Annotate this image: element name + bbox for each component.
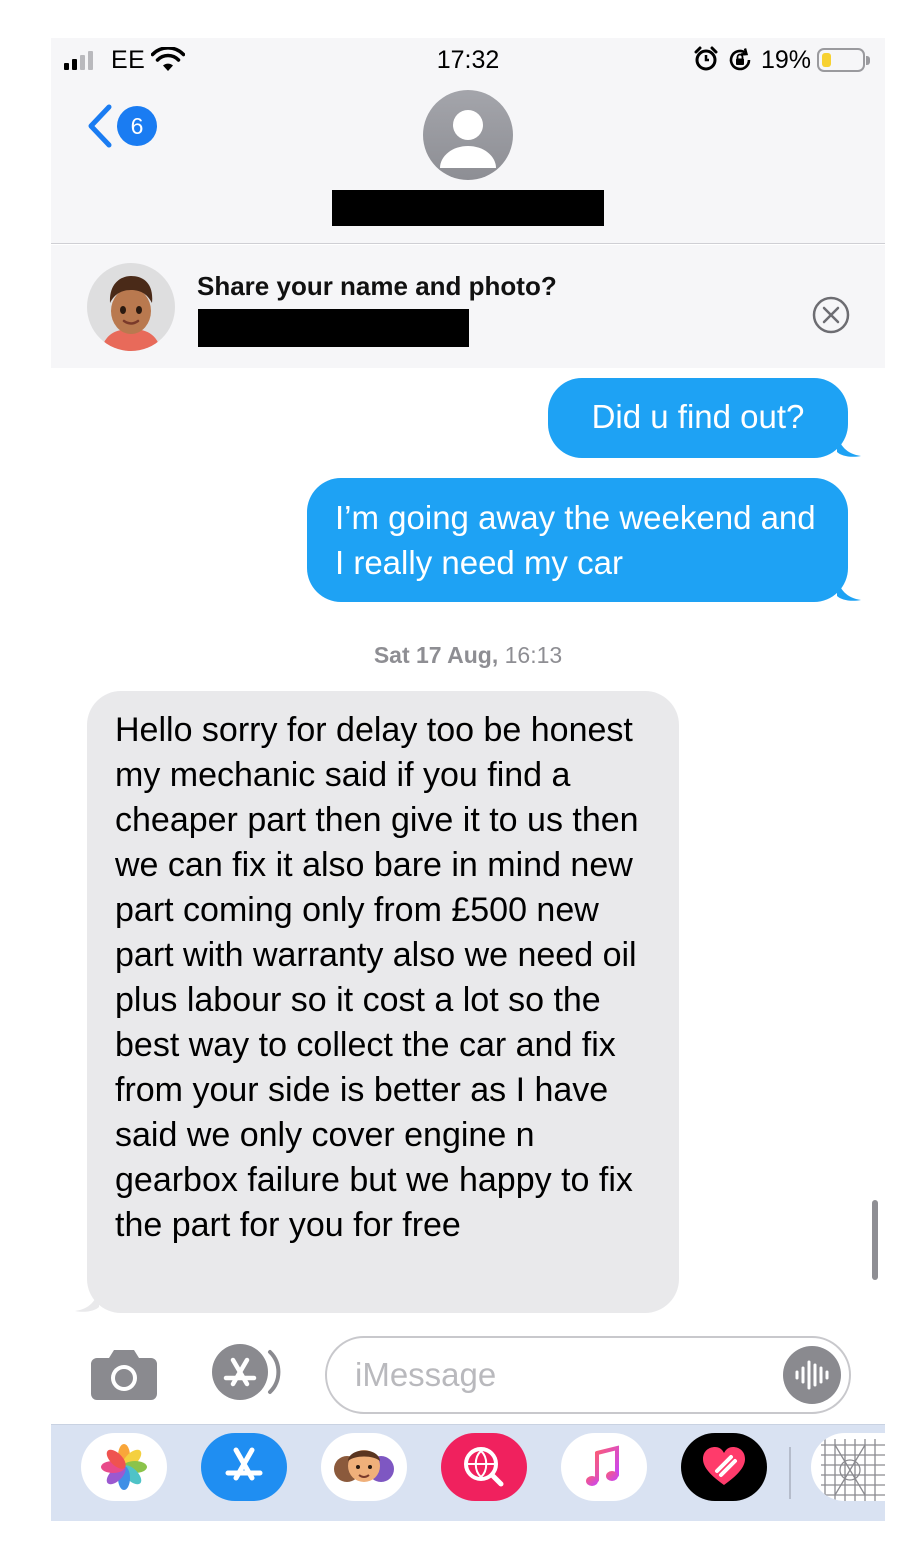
share-banner-title: Share your name and photo? <box>197 271 557 301</box>
photos-icon <box>101 1444 147 1490</box>
web-search-app-button[interactable] <box>441 1433 527 1501</box>
app-store-icon[interactable] <box>206 1340 286 1404</box>
person-silhouette-icon <box>440 110 496 168</box>
outgoing-message-bubble[interactable]: Did u find out? <box>548 378 848 458</box>
message-timestamp: Sat 17 Aug, 16:13 <box>51 642 885 669</box>
waveform-icon <box>795 1360 829 1390</box>
audio-message-button[interactable] <box>783 1346 841 1404</box>
status-time: 17:32 <box>436 46 500 74</box>
contact-avatar[interactable] <box>423 90 513 180</box>
conversation-header: EE 17:32 19% 6 <box>51 38 885 244</box>
unread-count-badge: 6 <box>117 106 157 146</box>
share-name-banner: Share your name and photo? <box>51 245 885 368</box>
message-input[interactable]: iMessage <box>325 1336 851 1414</box>
memoji-face-icon <box>101 276 161 351</box>
timestamp-time: 16:13 <box>504 642 563 668</box>
status-bar: EE 17:32 19% <box>51 38 885 82</box>
memoji-stickers-icon <box>334 1450 394 1482</box>
rotation-lock-icon <box>729 48 751 71</box>
memoji-app-button[interactable] <box>321 1433 407 1501</box>
grid-icon <box>821 1439 885 1501</box>
incoming-message-bubble[interactable]: Hello sorry for delay too be honest my m… <box>87 691 679 1313</box>
close-icon[interactable] <box>811 295 851 335</box>
music-icon <box>586 1445 619 1486</box>
chevron-left-icon <box>88 104 112 148</box>
alarm-icon <box>694 46 718 71</box>
scroll-indicator[interactable] <box>872 1200 878 1280</box>
more-apps-button[interactable] <box>811 1433 885 1501</box>
message-input-placeholder: iMessage <box>355 1356 497 1393</box>
battery-percent: 19% <box>761 46 812 74</box>
app-drawer <box>51 1424 885 1521</box>
bubble-tail <box>837 432 861 457</box>
photos-app-button[interactable] <box>81 1433 167 1501</box>
app-store-icon <box>225 1447 263 1481</box>
web-search-icon <box>464 1447 504 1487</box>
heart-icon <box>703 1447 745 1485</box>
contact-name-redacted[interactable] <box>332 190 604 226</box>
app-drawer-divider <box>789 1447 791 1499</box>
back-button[interactable]: 6 <box>87 104 157 148</box>
battery-icon <box>817 48 870 72</box>
music-app-button[interactable] <box>561 1433 647 1501</box>
messages-screen: EE 17:32 19% 6 Share your name and photo… <box>51 38 885 1521</box>
timestamp-day: Sat 17 Aug, <box>373 642 499 668</box>
camera-icon[interactable] <box>89 1348 159 1402</box>
bubble-tail <box>75 1287 99 1312</box>
bubble-tail <box>837 576 861 601</box>
app-store-app-button[interactable] <box>201 1433 287 1501</box>
outgoing-message-bubble[interactable]: I’m going away the weekend and I really … <box>307 478 848 602</box>
digital-touch-app-button[interactable] <box>681 1433 767 1501</box>
memoji-avatar <box>87 263 175 351</box>
share-name-redacted <box>198 309 469 347</box>
